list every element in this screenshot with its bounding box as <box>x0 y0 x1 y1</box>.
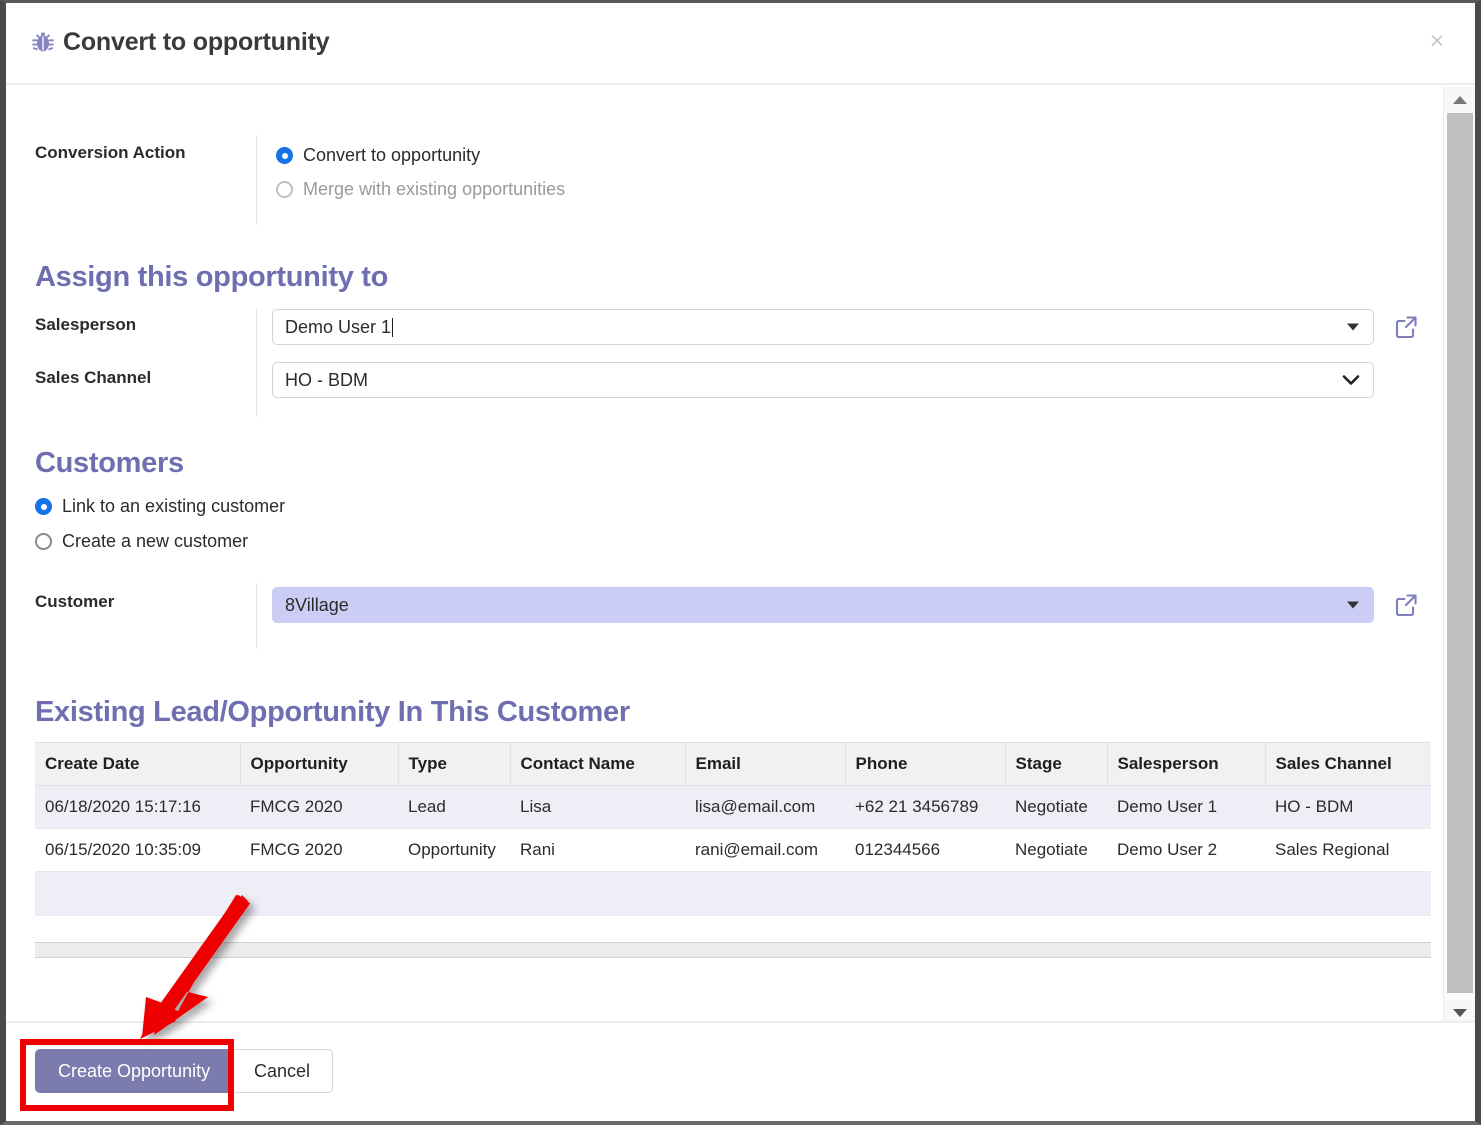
column-header-sales-channel[interactable]: Sales Channel <box>1265 742 1431 786</box>
salesperson-label: Salesperson <box>35 315 137 334</box>
radio-convert-to-opportunity[interactable]: Convert to opportunity <box>276 145 480 166</box>
cell-salesperson: Demo User 2 <box>1107 828 1265 872</box>
external-link-icon[interactable] <box>1392 313 1422 343</box>
modal-titlebar: Convert to opportunity × <box>6 3 1475 85</box>
cell-opportunity: FMCG 2020 <box>240 785 398 829</box>
cell-create-date: 06/15/2020 10:35:09 <box>35 828 240 872</box>
scrollbar-thumb[interactable] <box>1447 113 1473 993</box>
radio-label: Convert to opportunity <box>303 145 481 165</box>
customers-section-heading: Customers <box>35 447 184 479</box>
cell-phone: 012344566 <box>845 828 1005 872</box>
external-link-icon[interactable] <box>1392 591 1422 621</box>
vertical-scrollbar[interactable] <box>1443 87 1475 1026</box>
assign-section-heading: Assign this opportunity to <box>35 261 389 293</box>
bug-icon <box>26 26 60 60</box>
cell-type: Lead <box>398 785 510 829</box>
table-header-row: Create Date Opportunity Type Contact Nam… <box>35 742 1431 786</box>
sales-channel-label: Sales Channel <box>35 368 152 387</box>
radio-label: Merge with existing opportunities <box>303 179 566 199</box>
radio-button-icon[interactable] <box>35 533 52 550</box>
modal-body: Conversion Action Convert to opportunity… <box>6 87 1443 1026</box>
scrollbar-track[interactable] <box>1444 113 1475 1000</box>
table-row[interactable]: 06/15/2020 10:35:09 FMCG 2020 Opportunit… <box>35 828 1431 872</box>
column-header-stage[interactable]: Stage <box>1005 742 1108 786</box>
cell-contact-name: Lisa <box>510 785 685 829</box>
cell-phone: +62 21 3456789 <box>845 785 1005 829</box>
cell-email: lisa@email.com <box>685 785 845 829</box>
cell-salesperson: Demo User 1 <box>1107 785 1265 829</box>
table-row[interactable]: 06/18/2020 15:17:16 FMCG 2020 Lead Lisa … <box>35 785 1431 829</box>
radio-link-existing-customer[interactable]: Link to an existing customer <box>35 496 285 517</box>
customer-value: 8Village <box>285 594 349 615</box>
radio-label: Create a new customer <box>62 531 249 551</box>
divider <box>256 135 257 225</box>
triangle-down-icon[interactable] <box>1347 323 1359 331</box>
column-header-contact-name[interactable]: Contact Name <box>510 742 686 786</box>
sales-channel-value: HO - BDM <box>285 369 368 390</box>
radio-label: Link to an existing customer <box>62 496 286 516</box>
salesperson-value: Demo User 1 <box>285 316 392 337</box>
divider <box>256 309 257 417</box>
cell-contact-name: Rani <box>510 828 685 872</box>
radio-button-icon[interactable] <box>276 147 293 164</box>
radio-button-icon[interactable] <box>276 181 293 198</box>
customer-input[interactable]: 8Village <box>272 587 1374 623</box>
chevron-down-icon[interactable] <box>1342 374 1360 386</box>
existing-opportunities-table: Create Date Opportunity Type Contact Nam… <box>35 742 1431 916</box>
create-opportunity-button[interactable]: Create Opportunity <box>35 1049 234 1093</box>
modal-footer: Create Opportunity Cancel <box>6 1021 1475 1121</box>
cell-email: rani@email.com <box>685 828 845 872</box>
triangle-down-icon[interactable] <box>1347 601 1359 609</box>
cell-opportunity: FMCG 2020 <box>240 828 398 872</box>
column-header-salesperson[interactable]: Salesperson <box>1107 742 1266 786</box>
cell-create-date: 06/18/2020 15:17:16 <box>35 785 240 829</box>
column-header-email[interactable]: Email <box>685 742 846 786</box>
radio-merge-with-existing[interactable]: Merge with existing opportunities <box>276 179 565 200</box>
cancel-button[interactable]: Cancel <box>231 1049 334 1093</box>
column-header-phone[interactable]: Phone <box>845 742 1006 786</box>
divider <box>256 583 257 649</box>
column-header-type[interactable]: Type <box>398 742 511 786</box>
table-row[interactable] <box>35 871 1431 916</box>
cell-empty <box>35 871 1431 916</box>
cell-stage: Negotiate <box>1005 785 1107 829</box>
column-header-create-date[interactable]: Create Date <box>35 742 241 786</box>
conversion-action-label: Conversion Action <box>35 143 186 162</box>
column-header-opportunity[interactable]: Opportunity <box>240 742 399 786</box>
salesperson-input[interactable]: Demo User 1 <box>272 309 1374 345</box>
sales-channel-select[interactable]: HO - BDM <box>272 362 1374 398</box>
customer-label: Customer <box>35 592 115 611</box>
radio-create-new-customer[interactable]: Create a new customer <box>35 531 248 552</box>
cell-sales-channel: Sales Regional <box>1265 828 1431 872</box>
text-caret <box>392 317 394 337</box>
close-icon[interactable]: × <box>1419 23 1455 59</box>
scroll-up-arrow-icon[interactable] <box>1444 87 1475 113</box>
cell-sales-channel: HO - BDM <box>1265 785 1431 829</box>
horizontal-scrollbar[interactable] <box>35 942 1431 958</box>
cell-type: Opportunity <box>398 828 510 872</box>
page-title: Convert to opportunity <box>63 28 330 56</box>
cell-stage: Negotiate <box>1005 828 1107 872</box>
convert-to-opportunity-modal: Convert to opportunity × Conversion Acti… <box>0 0 1481 1125</box>
radio-button-icon[interactable] <box>35 498 52 515</box>
existing-section-heading: Existing Lead/Opportunity In This Custom… <box>35 696 630 728</box>
